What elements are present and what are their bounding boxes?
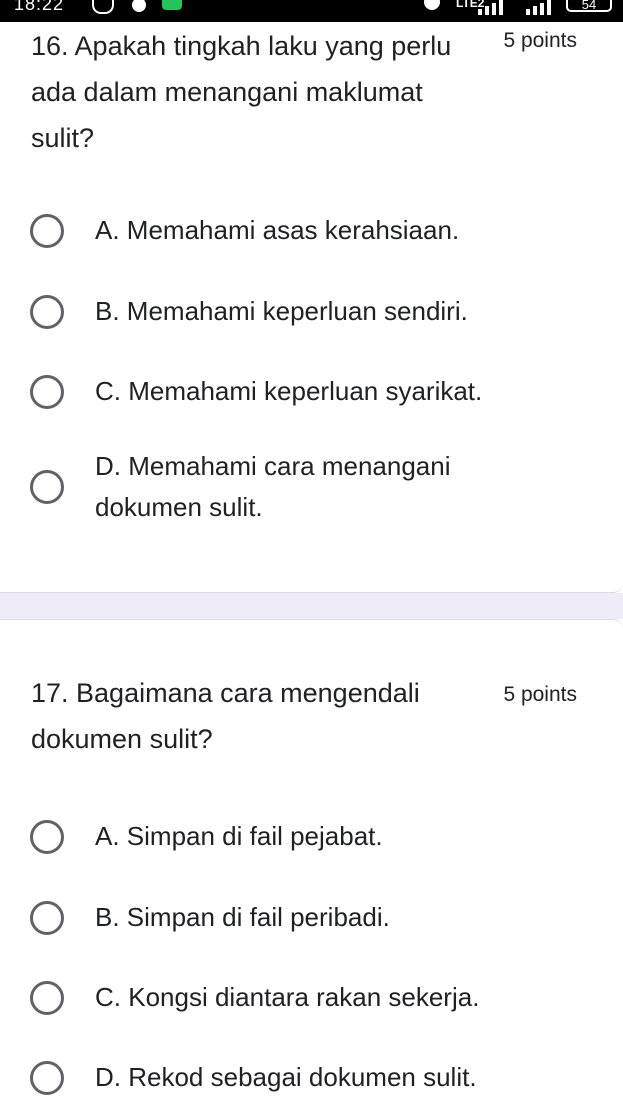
question-title: 16. Apakah tingkah laku yang perlu ada d…: [31, 31, 452, 153]
option-label: C. Kongsi diantara rakan sekerja.: [95, 982, 480, 1012]
option-label: A. Simpan di fail pejabat.: [95, 821, 383, 851]
option-label: C. Memahami keperluan syarikat.: [95, 376, 483, 406]
radio-button[interactable]: [30, 980, 64, 1015]
radio-button[interactable]: [30, 294, 64, 329]
question-points: 5 points: [503, 29, 577, 52]
option-c[interactable]: C. Kongsi diantara rakan sekerja.: [30, 977, 590, 1018]
option-a[interactable]: A. Memahami asas kerahsiaan.: [30, 210, 590, 251]
signal-icon-2: [526, 0, 551, 15]
status-time: 18:22: [14, 0, 65, 14]
option-label: A. Memahami asas kerahsiaan.: [95, 215, 460, 245]
radio-button[interactable]: [30, 470, 64, 504]
question-points: 5 points: [503, 683, 577, 706]
option-d[interactable]: D. Memahami cara menangani dokumen sulit…: [30, 446, 590, 528]
option-a[interactable]: A. Simpan di fail pejabat.: [30, 816, 590, 857]
option-label: D. Rekod sebagai dokumen sulit.: [95, 1062, 477, 1092]
option-d[interactable]: D. Rekod sebagai dokumen sulit.: [30, 1057, 590, 1098]
option-b[interactable]: B. Simpan di fail peribadi.: [30, 897, 590, 938]
option-label: B. Simpan di fail peribadi.: [95, 902, 390, 932]
option-c[interactable]: C. Memahami keperluan syarikat.: [30, 371, 590, 412]
radio-button[interactable]: [30, 213, 64, 248]
app-notification-icon: [162, 0, 182, 10]
option-b[interactable]: B. Memahami keperluan sendiri.: [30, 291, 590, 332]
tiktok-icon: [132, 0, 146, 12]
question-title: 17. Bagaimana cara mengendali dokumen su…: [31, 678, 420, 754]
option-label: D. Memahami cara menangani dokumen sulit…: [95, 451, 451, 522]
radio-button[interactable]: [30, 900, 64, 935]
radio-button[interactable]: [30, 374, 64, 409]
radio-button[interactable]: [30, 1060, 64, 1095]
option-label: B. Memahami keperluan sendiri.: [95, 296, 468, 326]
whatsapp-icon: [92, 0, 114, 14]
alarm-icon: [424, 0, 440, 10]
battery-icon: 54: [566, 0, 612, 12]
signal-icon: [478, 0, 503, 15]
question-card-16: 16. Apakah tingkah laku yang perlu ada d…: [0, 22, 623, 593]
radio-button[interactable]: [30, 819, 64, 854]
section-divider: [0, 593, 623, 619]
question-card-17: 17. Bagaimana cara mengendali dokumen su…: [0, 619, 623, 1113]
status-bar: 18:22 LTE2 54: [0, 0, 623, 22]
